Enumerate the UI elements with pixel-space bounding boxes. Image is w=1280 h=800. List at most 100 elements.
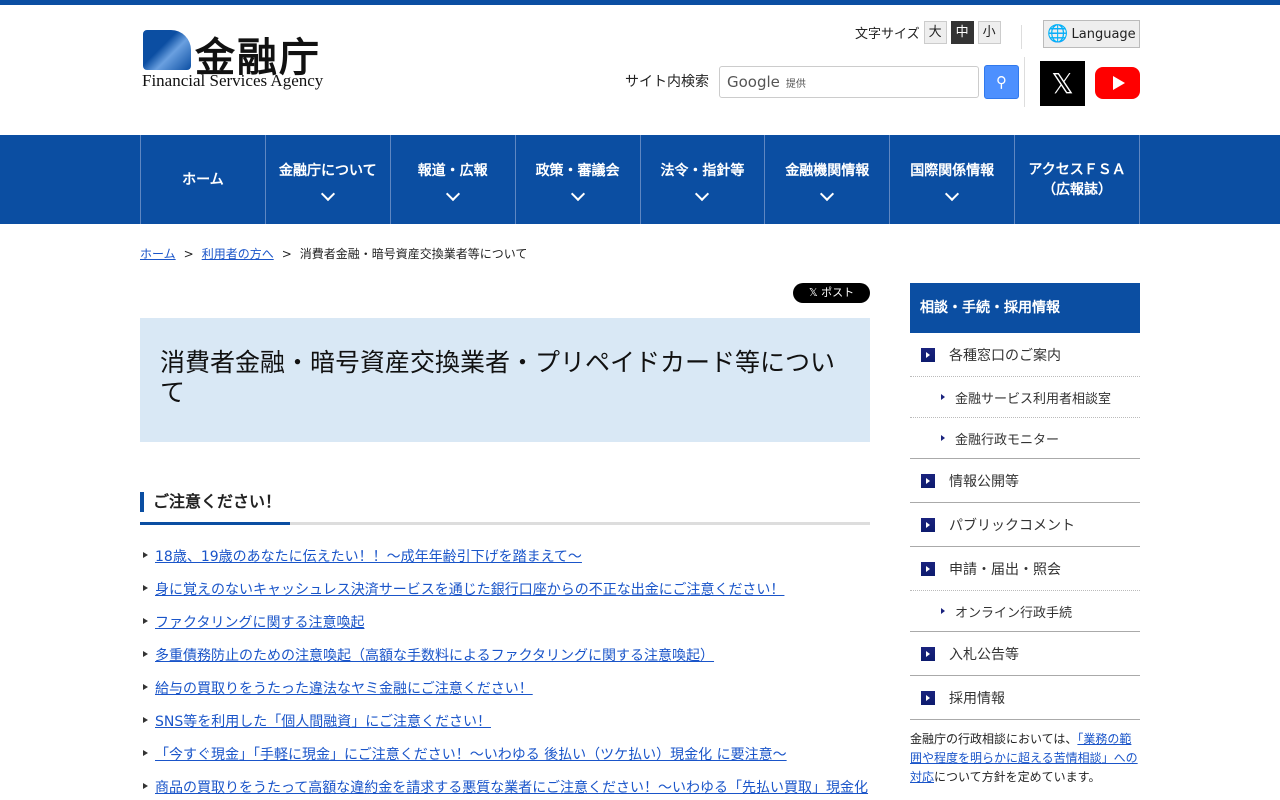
nav-label: 法令・指針等 — [660, 162, 745, 179]
sidebar-label: 入札公告等 — [949, 646, 1019, 663]
fsa-logo[interactable]: 金融庁 Financial Services Agency — [140, 25, 335, 95]
global-nav: ホーム 金融庁について 報道・広報 政策・審議会 法令・指針等 金融機関情報 国… — [0, 135, 1280, 224]
sidebar-label: 金融サービス利用者相談室 — [955, 391, 1112, 407]
breadcrumb: ホーム > 利用者の方へ > 消費者金融・暗号資産交換業者等について — [140, 224, 1140, 283]
x-post-button[interactable]: 𝕏 ポスト — [793, 283, 870, 303]
youtube-icon[interactable] — [1095, 67, 1140, 99]
font-size-large-button[interactable]: 大 — [923, 21, 947, 44]
nav-label: 金融庁について — [279, 162, 377, 179]
nav-label: 金融機関情報 — [785, 162, 870, 179]
arrow-icon — [921, 517, 935, 532]
nav-home[interactable]: ホーム — [141, 135, 266, 224]
section-title: ご注意ください！ — [140, 492, 870, 512]
search-input[interactable]: Google 提供 — [719, 66, 979, 98]
chevron-down-icon — [820, 186, 835, 201]
nav-label: 政策・審議会 — [535, 162, 620, 179]
sidebar-item-online[interactable]: オンライン行政手続 — [910, 591, 1140, 632]
chevron-down-icon — [945, 186, 960, 201]
sidebar-item-applications[interactable]: 申請・届出・照会 — [910, 547, 1140, 591]
list-item: 給与の買取りをうたった違法なヤミ金融にご注意ください！ — [140, 678, 880, 711]
caution-link[interactable]: 18歳、19歳のあなたに伝えたい！！～成年年齢引下げを踏まえて～ — [155, 549, 582, 565]
nav-label: 国際関係情報 — [910, 162, 995, 179]
sidebar-item-disclosure[interactable]: 情報公開等 — [910, 459, 1140, 503]
caution-link[interactable]: 「今すぐ現金」「手軽に現金」にご注意ください！～いわゆる 後払い（ツケ払い）現金… — [155, 747, 787, 763]
search-label: サイト内検索 — [625, 74, 709, 90]
sidebar-label: オンライン行政手続 — [955, 605, 1073, 621]
sidebar-title: 相談・手続・採用情報 — [910, 283, 1140, 333]
language-label: Language — [1071, 26, 1136, 42]
logo-mark-icon — [143, 30, 191, 70]
search-icon: ⚲ — [996, 73, 1007, 91]
chevron-down-icon — [570, 186, 585, 201]
chevron-down-icon — [695, 186, 710, 201]
nav-press[interactable]: 報道・広報 — [391, 135, 516, 224]
sidebar-label: 情報公開等 — [949, 473, 1019, 490]
sidebar-item-recruit[interactable]: 採用情報 — [910, 676, 1140, 720]
nav-institutions[interactable]: 金融機関情報 — [765, 135, 891, 224]
breadcrumb-sep: > — [281, 247, 292, 261]
caution-link[interactable]: 給与の買取りをうたった違法なヤミ金融にご注意ください！ — [155, 681, 533, 697]
list-item: 商品の買取りをうたって高額な違約金を請求する悪質な業者にご注意ください！～いわゆ… — [140, 777, 880, 800]
caution-link[interactable]: SNS等を利用した「個人間融資」にご注意ください！ — [155, 714, 491, 730]
caution-link[interactable]: 多重債務防止のための注意喚起（高額な手数料によるファクタリングに関する注意喚起） — [155, 648, 714, 664]
divider — [1024, 57, 1025, 107]
list-item: 18歳、19歳のあなたに伝えたい！！～成年年齢引下げを踏まえて～ — [140, 546, 880, 579]
site-header: 金融庁 Financial Services Agency 文字サイズ 大 中 … — [140, 5, 1140, 135]
caution-link[interactable]: 身に覚えのないキャッシュレス決済サービスを通じた銀行口座からの不正な出金にご注意… — [155, 582, 784, 598]
nav-policy[interactable]: 政策・審議会 — [516, 135, 641, 224]
list-item: 身に覚えのないキャッシュレス決済サービスを通じた銀行口座からの不正な出金にご注意… — [140, 579, 880, 612]
arrow-icon — [921, 347, 935, 362]
list-item: SNS等を利用した「個人間融資」にご注意ください！ — [140, 711, 880, 744]
arrow-icon — [921, 473, 935, 488]
arrow-icon — [921, 690, 935, 705]
divider — [1021, 25, 1022, 49]
sidebar-item-public-comment[interactable]: パブリックコメント — [910, 503, 1140, 547]
globe-icon: 🌐 — [1047, 24, 1069, 44]
x-link[interactable]: 𝕏 — [1040, 61, 1085, 106]
font-size-medium-button[interactable]: 中 — [950, 21, 974, 44]
sidebar-item-contact[interactable]: 各種窓口のご案内 — [910, 333, 1140, 377]
arrow-icon — [921, 646, 935, 661]
list-item: ファクタリングに関する注意喚起 — [140, 612, 880, 645]
nav-law[interactable]: 法令・指針等 — [641, 135, 766, 224]
nav-about[interactable]: 金融庁について — [266, 135, 391, 224]
nav-international[interactable]: 国際関係情報 — [890, 135, 1016, 224]
caution-link[interactable]: 商品の買取りをうたって高額な違約金を請求する悪質な業者にご注意ください！～いわゆ… — [155, 780, 868, 796]
sidebar-item-monitor[interactable]: 金融行政モニター — [910, 418, 1140, 459]
caution-link[interactable]: ファクタリングに関する注意喚起 — [155, 615, 364, 631]
section-heading: ご注意ください！ — [140, 491, 870, 525]
heading-underline — [140, 522, 290, 525]
font-size-small-button[interactable]: 小 — [977, 21, 1001, 44]
sidebar-label: 金融行政モニター — [955, 432, 1060, 448]
breadcrumb-current: 消費者金融・暗号資産交換業者等について — [299, 247, 528, 261]
sidebar-label: 採用情報 — [949, 690, 1005, 707]
logo-english: Financial Services Agency — [142, 71, 324, 90]
font-size-control: 文字サイズ 大 中 小 — [855, 21, 1001, 44]
language-button[interactable]: 🌐 Language — [1043, 20, 1140, 48]
list-item: 多重債務防止のための注意喚起（高額な手数料によるファクタリングに関する注意喚起） — [140, 645, 880, 678]
google-label: Google — [727, 73, 780, 91]
breadcrumb-parent[interactable]: 利用者の方へ — [202, 247, 274, 261]
nav-label: 報道・広報 — [417, 162, 488, 179]
nav-label: アクセスＦＳＡ （広報誌） — [1028, 161, 1126, 198]
list-item: 「今すぐ現金」「手軽に現金」にご注意ください！～いわゆる 後払い（ツケ払い）現金… — [140, 744, 880, 777]
provided-label: 提供 — [785, 78, 806, 90]
note-text: 金融庁の行政相談においては、 — [910, 732, 1078, 746]
sidebar: 相談・手続・採用情報 各種窓口のご案内 金融サービス利用者相談室 金融行政モニタ… — [910, 283, 1140, 787]
arrow-icon — [921, 561, 935, 576]
note-text: について方針を定めています。 — [934, 770, 1101, 784]
search-button[interactable]: ⚲ — [984, 65, 1019, 99]
chevron-down-icon — [445, 186, 460, 201]
breadcrumb-home[interactable]: ホーム — [140, 247, 176, 261]
chevron-down-icon — [320, 186, 335, 201]
nav-label: ホーム — [182, 171, 224, 188]
breadcrumb-sep: > — [183, 247, 194, 261]
page-title: 消費者金融・暗号資産交換業者・プリペイドカード等について — [140, 318, 870, 442]
caution-links: 18歳、19歳のあなたに伝えたい！！～成年年齢引下げを踏まえて～ 身に覚えのない… — [140, 546, 880, 800]
nav-access-fsa[interactable]: アクセスＦＳＡ （広報誌） — [1015, 135, 1140, 224]
sidebar-item-tender[interactable]: 入札公告等 — [910, 632, 1140, 676]
sidebar-item-user-consult[interactable]: 金融サービス利用者相談室 — [910, 377, 1140, 418]
font-size-label: 文字サイズ — [855, 27, 920, 42]
consultation-note: 金融庁の行政相談においては、「業務の範囲や程度を明らかに超える苦情相談」への対応… — [910, 720, 1140, 787]
sidebar-label: 各種窓口のご案内 — [949, 347, 1061, 364]
